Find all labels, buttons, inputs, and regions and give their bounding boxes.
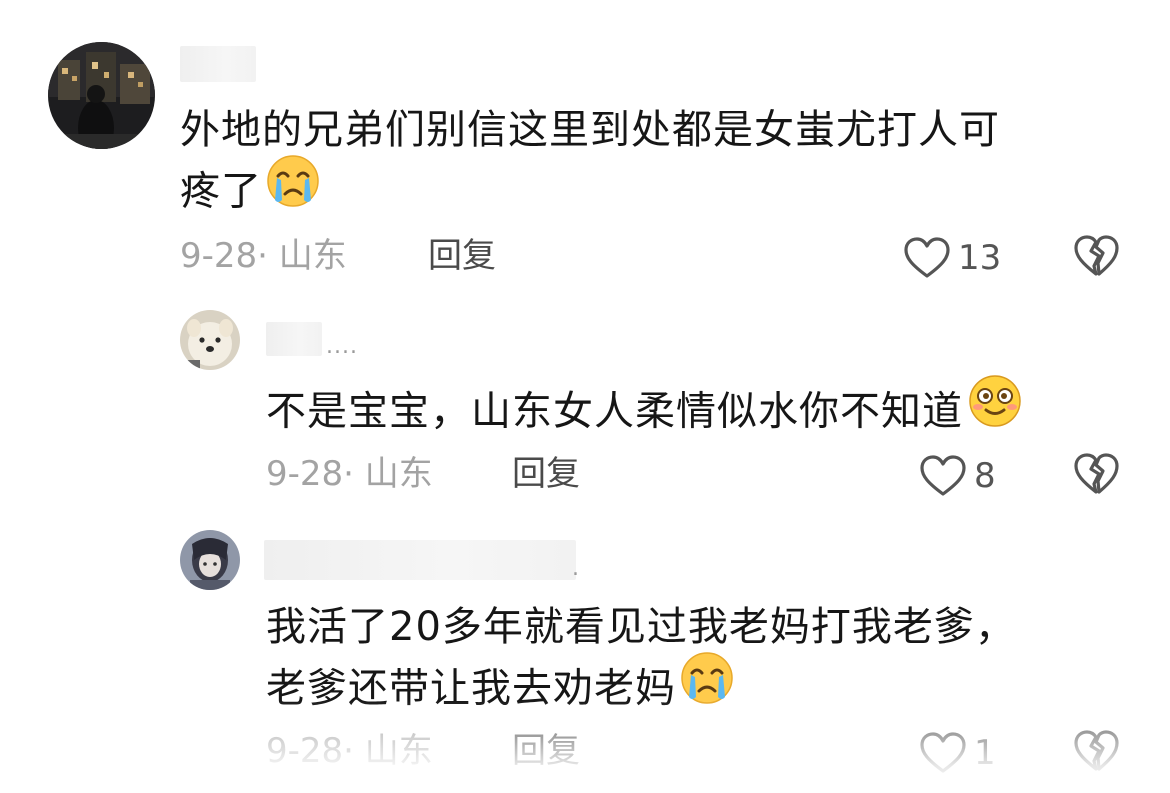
broken-heart-icon	[1074, 730, 1119, 771]
username-masked[interactable]	[180, 46, 256, 82]
crying-face-icon	[266, 154, 320, 225]
reply-button[interactable]: 回复	[512, 454, 580, 494]
comment-text-segment: 疼了	[180, 168, 262, 215]
smiling-blush-face-icon	[967, 374, 1023, 445]
reply-text-line: 不是宝宝，山东女人柔情似水你不知道	[266, 375, 1023, 449]
reply-button[interactable]: 回复	[428, 236, 496, 276]
date-location: 9-28· 山东	[266, 731, 433, 771]
reply-button[interactable]: 回复	[512, 731, 580, 771]
heart-icon	[920, 732, 966, 773]
user-avatar[interactable]	[180, 530, 240, 590]
date-location: 9-28· 山东	[180, 236, 347, 276]
date-location: 9-28· 山东	[266, 454, 433, 494]
broken-heart-icon	[1074, 235, 1119, 276]
reply-text-segment: 老爹还带让我去劝老妈	[266, 665, 676, 712]
heart-icon	[920, 455, 966, 496]
crying-face-icon	[680, 651, 734, 722]
like-count: 8	[974, 456, 996, 496]
comment-text-line: 外地的兄弟们别信这里到处都是女蚩尤打人可	[180, 107, 1000, 153]
username-masked[interactable]	[266, 322, 322, 356]
username-masked[interactable]	[264, 540, 576, 580]
user-avatar[interactable]	[48, 42, 155, 149]
like-button[interactable]: 1	[918, 731, 996, 775]
like-count: 13	[958, 238, 1002, 278]
reply-text-line-2: 老爹还带让我去劝老妈	[266, 652, 734, 726]
like-button[interactable]: 13	[902, 236, 1001, 280]
dislike-button[interactable]	[1072, 452, 1120, 500]
user-avatar[interactable]	[180, 310, 240, 370]
comment-thread: 外地的兄弟们别信这里到处都是女蚩尤打人可 疼了 9-28· 山东 回复 13 .…	[0, 0, 1170, 793]
like-button[interactable]: 8	[918, 454, 996, 498]
comment-text-line-2: 疼了	[180, 155, 320, 229]
username-suffix: .	[572, 556, 580, 581]
heart-icon	[904, 237, 950, 278]
broken-heart-icon	[1074, 453, 1119, 494]
username-suffix: ....	[326, 334, 358, 359]
dislike-button[interactable]	[1072, 234, 1120, 282]
dislike-button[interactable]	[1072, 729, 1120, 777]
reply-text-segment: 不是宝宝，山东女人柔情似水你不知道	[266, 388, 963, 435]
like-count: 1	[974, 733, 996, 773]
reply-text-line: 我活了20多年就看见过我老妈打我老爹，	[266, 604, 1016, 650]
